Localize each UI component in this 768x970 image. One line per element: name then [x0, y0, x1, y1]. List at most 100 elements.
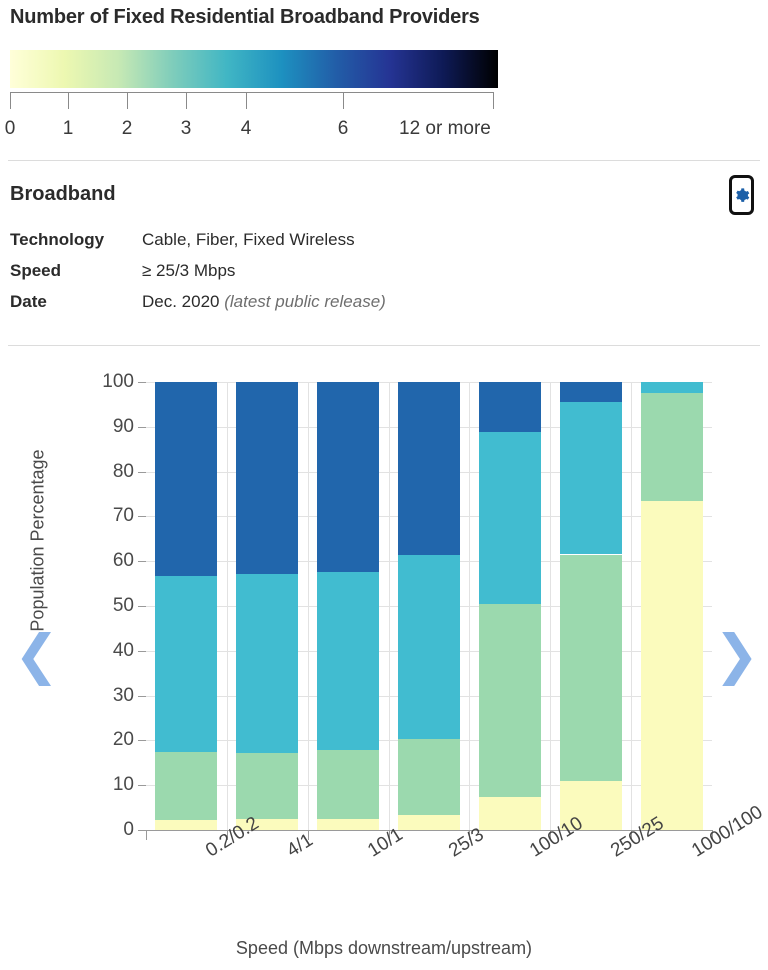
- info-key-date: Date: [10, 292, 47, 311]
- bar-segment[interactable]: [155, 576, 218, 753]
- panel-title: Broadband: [10, 183, 116, 205]
- next-layer-arrow[interactable]: ❯: [714, 628, 759, 682]
- colorbar-tick-label: 12 or more: [399, 118, 491, 139]
- x-axis-title: Speed (Mbps downstream/upstream): [235, 938, 533, 958]
- y-tick-label: 30: [112, 684, 134, 706]
- divider-top: [8, 160, 760, 161]
- colorbar-tick-label: 1: [62, 118, 74, 139]
- x-tick-label: 25/3: [445, 824, 488, 862]
- prev-layer-arrow[interactable]: ❮: [14, 628, 59, 682]
- y-tick-mark: [138, 382, 146, 383]
- x-tick-mark: [146, 830, 147, 840]
- broadband-info-table: Technology Cable, Fiber, Fixed Wireless …: [10, 230, 386, 323]
- stacked-bar-chart: Population Percentage 0 10 20 30 40 50 60 70 80 9…: [0, 360, 768, 970]
- bar-group[interactable]: [317, 382, 380, 830]
- bar-segment[interactable]: [478, 432, 541, 604]
- info-key-speed: Speed: [10, 261, 62, 280]
- bar-segment[interactable]: [559, 402, 622, 555]
- colorbar-tick-label: 3: [180, 118, 192, 139]
- y-tick-label: 80: [112, 460, 134, 482]
- bar-group[interactable]: [398, 382, 460, 830]
- y-tick-label: 20: [112, 729, 134, 751]
- y-tick-mark: [138, 516, 146, 518]
- y-tick-label: 50: [112, 595, 134, 616]
- colorbar-tick-label: 4: [240, 118, 252, 139]
- colorbar-tick-mark: [343, 92, 344, 109]
- x-gridline: [307, 382, 309, 830]
- colorbar-tick-label: 6: [337, 118, 349, 139]
- bar-segment[interactable]: [478, 797, 541, 830]
- x-gridline: [226, 382, 228, 830]
- bar-segment[interactable]: [317, 750, 380, 820]
- x-gridline: [388, 382, 390, 830]
- bar-group[interactable]: [478, 382, 541, 830]
- y-tick-mark: [138, 695, 146, 697]
- bar-segment[interactable]: [640, 393, 703, 501]
- info-row-speed: Speed ≥ 25/3 Mbps: [10, 261, 386, 292]
- bar-segment[interactable]: [155, 752, 218, 821]
- bar-segment[interactable]: [559, 382, 622, 403]
- x-tick-label: 4/1: [283, 829, 317, 862]
- y-tick-mark: [138, 785, 146, 787]
- info-row-date: Date Dec. 2020 (latest public release): [10, 292, 386, 323]
- bar-segment[interactable]: [398, 382, 460, 556]
- bar-segment[interactable]: [155, 820, 218, 830]
- y-tick-label: 90: [112, 415, 134, 437]
- x-gridline: [550, 382, 552, 830]
- bar-segment[interactable]: [640, 382, 703, 394]
- bar-segment[interactable]: [559, 554, 622, 781]
- y-tick-label: 70: [112, 505, 134, 527]
- bar-group[interactable]: [155, 382, 218, 830]
- bar-segment[interactable]: [640, 500, 703, 830]
- y-tick-label: 60: [112, 550, 134, 572]
- y-tick-label: 10: [112, 774, 134, 796]
- bar-group[interactable]: [236, 382, 299, 830]
- info-value-date-note: (latest public release): [224, 292, 386, 311]
- colorbar-tick-mark: [68, 92, 69, 109]
- y-tick-mark: [138, 426, 146, 428]
- info-value-speed: ≥ 25/3 Mbps: [142, 261, 236, 280]
- bar-segment[interactable]: [398, 738, 460, 815]
- colorbar-tick-label: 2: [121, 118, 133, 139]
- y-tick-mark: [138, 471, 146, 473]
- info-value-date-text: Dec. 2020: [142, 292, 220, 311]
- info-key-technology: Technology: [10, 230, 105, 249]
- bar-segment[interactable]: [155, 382, 218, 577]
- bar-segment[interactable]: [317, 382, 380, 573]
- colorbar-tick-mark: [493, 92, 494, 109]
- bar-segment[interactable]: [236, 752, 299, 819]
- x-gridline: [631, 382, 633, 830]
- bar-segment[interactable]: [317, 819, 380, 830]
- x-tick-label: 0.2/0.2: [202, 812, 264, 862]
- y-tick-label: 40: [112, 639, 134, 661]
- x-tick-label: 10/1: [364, 824, 407, 862]
- bar-segment[interactable]: [317, 572, 380, 751]
- bar-segment[interactable]: [398, 814, 460, 830]
- y-tick-mark: [138, 606, 146, 607]
- plot-area: [146, 382, 712, 830]
- y-tick-mark: [138, 650, 146, 652]
- divider-bottom: [8, 345, 760, 346]
- colorbar-gradient: [10, 50, 498, 88]
- info-value-technology: Cable, Fiber, Fixed Wireless: [142, 230, 355, 249]
- info-row-technology: Technology Cable, Fiber, Fixed Wireless: [10, 230, 386, 261]
- colorbar-axis-line: [10, 92, 494, 93]
- bar-segment[interactable]: [478, 603, 541, 798]
- broadband-map-legend-panel: Number of Fixed Residential Broadband Pr…: [0, 0, 768, 970]
- bar-segment[interactable]: [236, 382, 299, 575]
- bar-group[interactable]: [559, 382, 622, 830]
- bar-segment[interactable]: [478, 382, 541, 433]
- gear-icon: [736, 187, 750, 202]
- bar-segment[interactable]: [236, 574, 299, 753]
- settings-button[interactable]: [729, 175, 754, 215]
- colorbar-tick-mark: [10, 92, 11, 109]
- bar-segment[interactable]: [398, 555, 460, 739]
- x-tick-label: 1000/100: [687, 801, 767, 862]
- provider-count-colorbar: [10, 50, 498, 88]
- y-axis-ticks: 0 10 20 30 40 50 60 70 80 90 100: [96, 371, 138, 840]
- y-tick-mark: [138, 830, 146, 831]
- y-tick-label: 0: [123, 819, 134, 840]
- bar-group[interactable]: [640, 382, 703, 830]
- y-tick-mark: [138, 740, 146, 742]
- colorbar-tick-mark: [246, 92, 247, 109]
